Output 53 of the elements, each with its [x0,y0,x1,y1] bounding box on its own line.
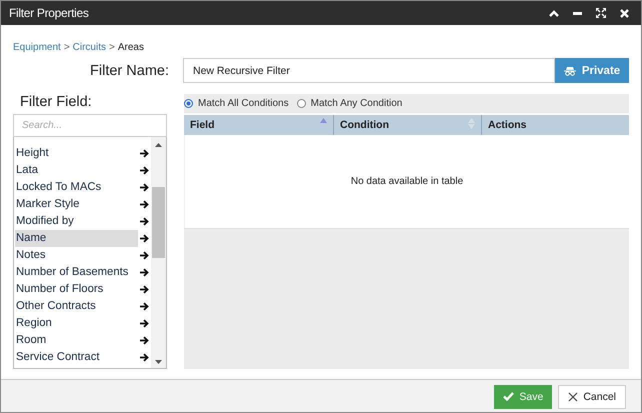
breadcrumb-link[interactable]: Equipment [13,42,61,52]
close-icon[interactable] [620,8,629,18]
match-radio-option[interactable]: Match All Conditions [184,98,289,109]
search-field[interactable]: Search... [13,114,167,137]
scrollbar[interactable] [151,137,166,368]
arrow-right-icon [140,149,149,158]
breadcrumb-separator: > [64,42,70,52]
private-button[interactable]: Private [555,58,629,83]
field-list-item[interactable]: Service Contract [14,349,151,366]
arrow-right-icon [140,183,149,192]
arrow-right-icon [140,302,149,311]
arrow-right-icon [140,234,149,243]
arrow-right-icon [140,336,149,345]
arrow-right-icon [140,319,149,328]
arrow-right-icon [140,353,149,362]
collapse-icon[interactable] [549,10,559,16]
breadcrumb-separator: > [109,42,115,52]
arrow-right-icon [140,251,149,260]
checkmark-icon [503,392,514,401]
filter-name-label: Filter Name: [89,62,169,78]
column-header[interactable]: Field [184,115,334,135]
field-list-item[interactable]: Number of Floors [14,281,151,298]
column-header[interactable]: Condition [334,115,482,135]
arrow-right-icon [140,217,149,226]
cancel-button[interactable]: Cancel [558,384,626,408]
field-list-item[interactable]: Lata [14,162,151,179]
arrow-right-icon [140,200,149,209]
field-list-item[interactable]: Region [14,315,151,332]
arrow-right-icon [140,166,149,175]
window-title: Filter Properties [9,6,89,20]
empty-table-message: No data available in table [350,176,464,187]
field-list-item[interactable]: Notes [14,247,151,264]
field-list-item[interactable]: Locked To MACs [14,179,151,196]
close-icon [568,392,578,402]
scroll-up-icon[interactable] [155,143,162,147]
breadcrumb-link[interactable]: Circuits [72,42,106,52]
field-list-item[interactable]: Number of Basements [14,264,151,281]
fullscreen-icon[interactable] [596,8,606,18]
field-list-item[interactable]: Marker Style [14,196,151,213]
scroll-down-icon[interactable] [155,360,162,364]
match-radio-option[interactable]: Match Any Condition [296,98,402,109]
field-list-item[interactable]: Other Contracts [14,298,151,315]
field-list-item[interactable]: Room [14,332,151,349]
column-header[interactable]: Actions [482,115,629,135]
arrow-right-icon [140,285,149,294]
breadcrumb-current: Areas [118,42,144,52]
field-list-item[interactable]: Height [14,145,151,162]
filter-name-field[interactable]: New Recursive Filter [183,58,555,83]
minimize-icon[interactable] [573,12,582,14]
field-list-item[interactable]: Modified by [14,213,151,230]
hat-glasses-icon [564,66,576,76]
filter-field-label: Filter Field: [20,94,93,112]
arrow-right-icon [140,268,149,277]
